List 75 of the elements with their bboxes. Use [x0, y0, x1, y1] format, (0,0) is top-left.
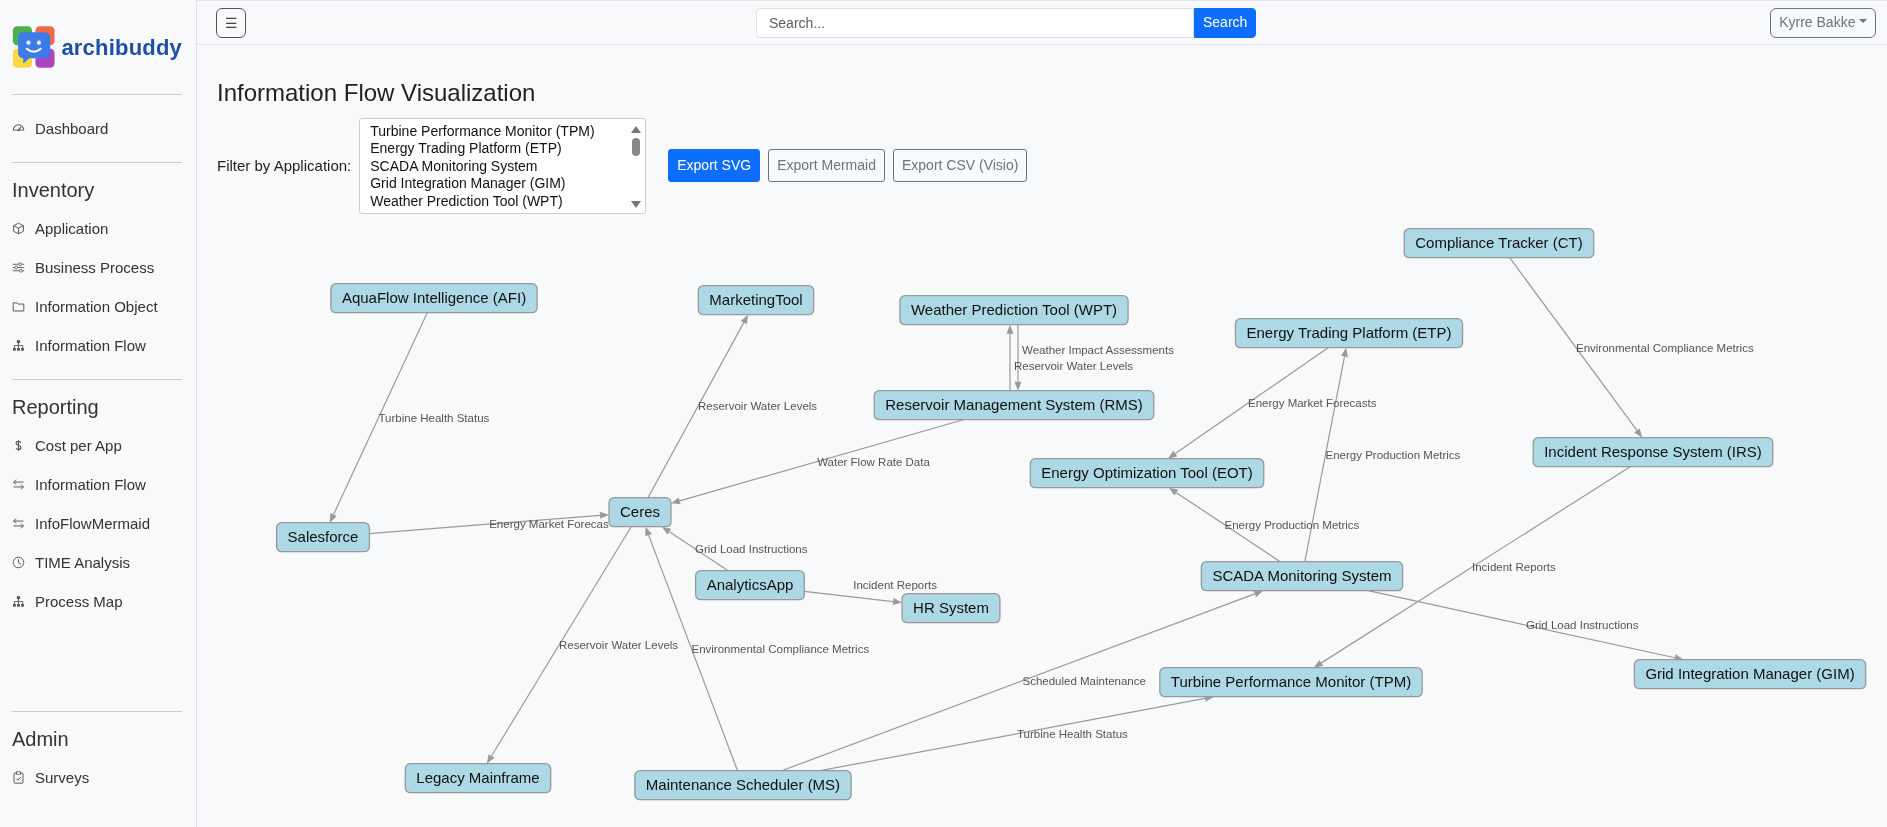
flow-label: Energy Production Metrics [1325, 448, 1461, 461]
menu-button[interactable]: ☰ [216, 7, 246, 38]
sidebar-item[interactable]: Application [12, 209, 182, 248]
flow-label: Water Flow Rate Data [817, 455, 930, 468]
flow-label: Environmental Compliance Metrics [691, 642, 870, 655]
application-node: Weather Prediction Tool (WPT) [899, 294, 1129, 326]
application-node: HR System [901, 592, 1001, 624]
sidebar-item[interactable]: Dashboard [12, 109, 182, 148]
flow-label: Weather Impact Assessments [1022, 343, 1174, 356]
sidebar-item[interactable]: Information Object [12, 287, 182, 326]
sidebar-item[interactable]: Information Flow [12, 465, 182, 504]
folder-icon [12, 300, 25, 313]
sidebar-item[interactable]: Information Flow [12, 326, 182, 365]
flow-label: Incident Reports [1472, 561, 1556, 573]
flow-label: Reservoir Water Levels [698, 400, 818, 412]
sidebar-item[interactable]: Surveys [12, 758, 182, 797]
sidebar-item[interactable]: Process Map [12, 582, 182, 621]
flow-label: Grid Load Instructions [1526, 619, 1639, 631]
sidebar-item[interactable]: InfoFlowMermaid [12, 504, 182, 543]
application-node: AquaFlow Intelligence (AFI) [330, 282, 538, 314]
list-option[interactable]: Grid Integration Manager (GIM) [370, 175, 630, 193]
application-node: MarketingTool [697, 284, 815, 316]
hierarchy-icon [12, 595, 25, 608]
flow-label: Environmental Compliance Metrics [1576, 341, 1754, 354]
flow-label: Turbine Health Status [1017, 727, 1128, 740]
application-node: Incident Response System (IRS) [1532, 436, 1774, 468]
section-heading: Admin [12, 727, 70, 752]
cube-icon [12, 222, 25, 235]
export-button[interactable]: Export SVG [668, 149, 761, 183]
application-node: SCADA Monitoring System [1200, 560, 1404, 592]
flow-label: Energy Production Metrics [1224, 518, 1360, 531]
flow-label: Incident Reports [853, 578, 937, 591]
flow-label: Reservoir Water Levels [1014, 359, 1134, 372]
hierarchy-icon [12, 339, 25, 352]
sidebar-item[interactable]: Cost per App [12, 426, 182, 465]
list-option[interactable]: Energy Trading Platform (ETP) [370, 140, 630, 158]
application-node: Salesforce [275, 521, 371, 553]
export-button[interactable]: Export CSV (Visio) [892, 149, 1028, 183]
export-button[interactable]: Export Mermaid [768, 149, 885, 183]
application-list[interactable]: Turbine Performance Monitor (TPM) Energy Trading Platform (ETP) SCADA Monitoring System Grid Integration Manager (GIM) Weather Prediction Tool (WPT) [359, 117, 647, 214]
section-heading: Reporting [12, 395, 100, 420]
application-node: Grid Integration Manager (GIM) [1633, 658, 1867, 690]
page-title: Information Flow Visualization [217, 79, 537, 108]
sidebar-item[interactable]: Business Process [12, 248, 182, 287]
flow-label: Energy Market Forecas [489, 517, 609, 530]
swap-arrows-icon [12, 517, 25, 530]
application-node: Energy Optimization Tool (EOT) [1029, 457, 1265, 489]
sliders-icon [12, 261, 25, 274]
sidebar-item[interactable]: TIME Analysis [12, 543, 182, 582]
list-option[interactable]: Turbine Performance Monitor (TPM) [370, 122, 630, 141]
flow-label: Reservoir Water Levels [559, 639, 679, 651]
dollar-icon [12, 439, 25, 452]
flow-label: Scheduled Maintenance [1022, 674, 1146, 687]
application-node: Energy Trading Platform (ETP) [1234, 317, 1464, 349]
search-button[interactable]: Search [1194, 7, 1257, 38]
user-menu-button[interactable]: Kyrre Bakke [1770, 7, 1876, 38]
application-node: Maintenance Scheduler (MS) [634, 769, 852, 801]
filter-label: Filter by Application: [217, 155, 352, 176]
list-option[interactable]: SCADA Monitoring System [370, 157, 630, 176]
brand-name: archibuddy [61, 33, 182, 62]
application-node: Reservoir Management System (RMS) [873, 389, 1155, 421]
flow-label: Turbine Health Status [378, 411, 490, 424]
clock-icon [12, 556, 25, 569]
section-heading: Inventory [12, 178, 96, 203]
application-node: Legacy Mainframe [404, 762, 552, 794]
flow-label: Energy Market Forecasts [1248, 397, 1377, 409]
list-option[interactable]: Weather Prediction Tool (WPT) [370, 192, 630, 211]
clipboard-check-icon [12, 771, 25, 784]
application-node: Ceres [608, 496, 672, 528]
application-node: AnalyticsApp [695, 569, 805, 601]
search-field[interactable]: Search... [756, 7, 1194, 38]
swap-arrows-icon [12, 478, 25, 491]
flow-label: Grid Load Instructions [695, 542, 808, 555]
application-node: Turbine Performance Monitor (TPM) [1159, 666, 1423, 698]
application-node: Compliance Tracker (CT) [1403, 227, 1595, 259]
